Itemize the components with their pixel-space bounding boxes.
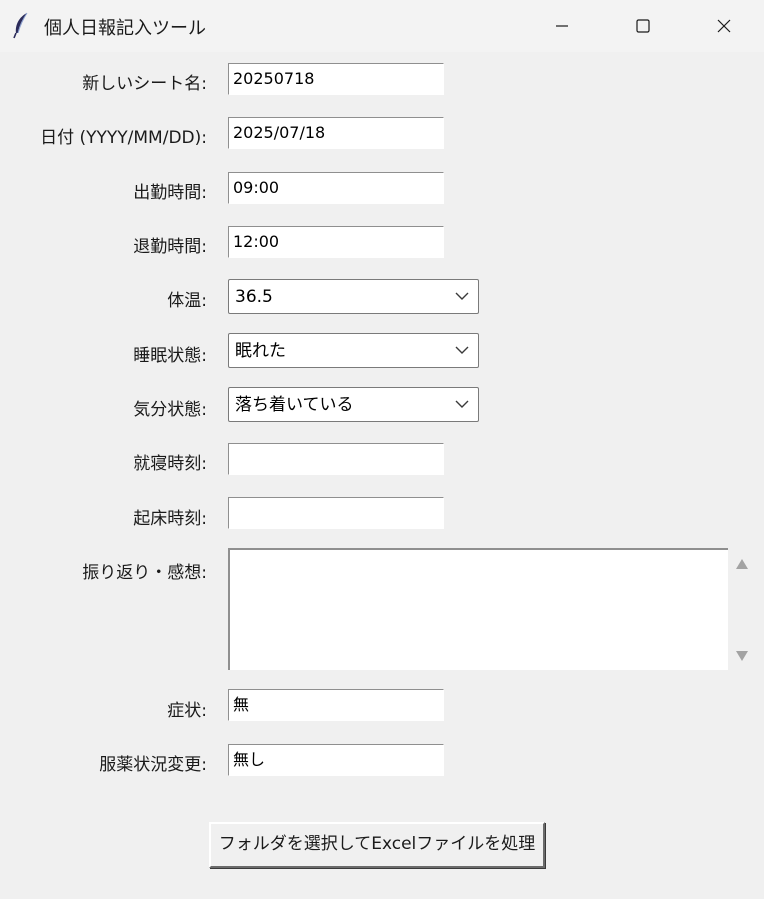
- window-title: 個人日報記入ツール: [44, 18, 206, 39]
- temperature-label: 体温:: [167, 291, 207, 311]
- app-window: 個人日報記入ツール 新しいシート名: 20250718 日付 (YYYY/MM/…: [0, 0, 764, 899]
- date-field[interactable]: 2025/07/18: [228, 117, 444, 149]
- mood-state-select[interactable]: 落ち着いている: [228, 387, 479, 422]
- chevron-down-icon[interactable]: [455, 345, 469, 355]
- reflection-textarea[interactable]: [228, 548, 728, 670]
- date-label: 日付 (YYYY/MM/DD):: [40, 128, 207, 148]
- medication-change-field[interactable]: 無し: [228, 744, 444, 776]
- end-time-field[interactable]: 12:00: [228, 226, 444, 258]
- start-time-field[interactable]: 09:00: [228, 172, 444, 204]
- sleep-state-select[interactable]: 眠れた: [228, 333, 479, 368]
- end-time-label: 退勤時間:: [133, 237, 207, 257]
- sheet-name-field[interactable]: 20250718: [228, 63, 444, 95]
- symptoms-field[interactable]: 無: [228, 689, 444, 721]
- scroll-down-arrow-icon[interactable]: [735, 650, 749, 662]
- symptoms-label: 症状:: [167, 701, 207, 721]
- scroll-up-arrow-icon[interactable]: [735, 558, 749, 570]
- maximize-button[interactable]: [603, 0, 683, 52]
- maximize-icon: [636, 19, 650, 33]
- mood-state-value: 落ち着いている: [235, 395, 354, 415]
- minimize-button[interactable]: [522, 0, 602, 52]
- close-button[interactable]: [684, 0, 764, 52]
- medication-change-label: 服薬状況変更:: [99, 755, 207, 775]
- bed-time-label: 就寝時刻:: [133, 454, 207, 474]
- sheet-name-label: 新しいシート名:: [82, 74, 207, 94]
- temperature-select[interactable]: 36.5: [228, 279, 479, 314]
- sleep-state-label: 睡眠状態:: [133, 346, 207, 366]
- minimize-icon: [556, 25, 568, 27]
- wake-time-label: 起床時刻:: [133, 509, 207, 529]
- chevron-down-icon[interactable]: [455, 291, 469, 301]
- temperature-value: 36.5: [235, 287, 273, 307]
- sleep-state-value: 眠れた: [235, 341, 286, 361]
- chevron-down-icon[interactable]: [455, 399, 469, 409]
- mood-state-label: 気分状態:: [133, 400, 207, 420]
- title-bar: 個人日報記入ツール: [0, 0, 764, 52]
- reflection-label: 振り返り・感想:: [82, 563, 207, 583]
- wake-time-field[interactable]: [228, 497, 444, 529]
- feather-icon: [13, 12, 28, 39]
- start-time-label: 出勤時間:: [133, 183, 207, 203]
- bed-time-field[interactable]: [228, 443, 444, 475]
- close-icon: [717, 19, 731, 33]
- process-excel-button[interactable]: フォルダを選択してExcelファイルを処理: [209, 822, 545, 868]
